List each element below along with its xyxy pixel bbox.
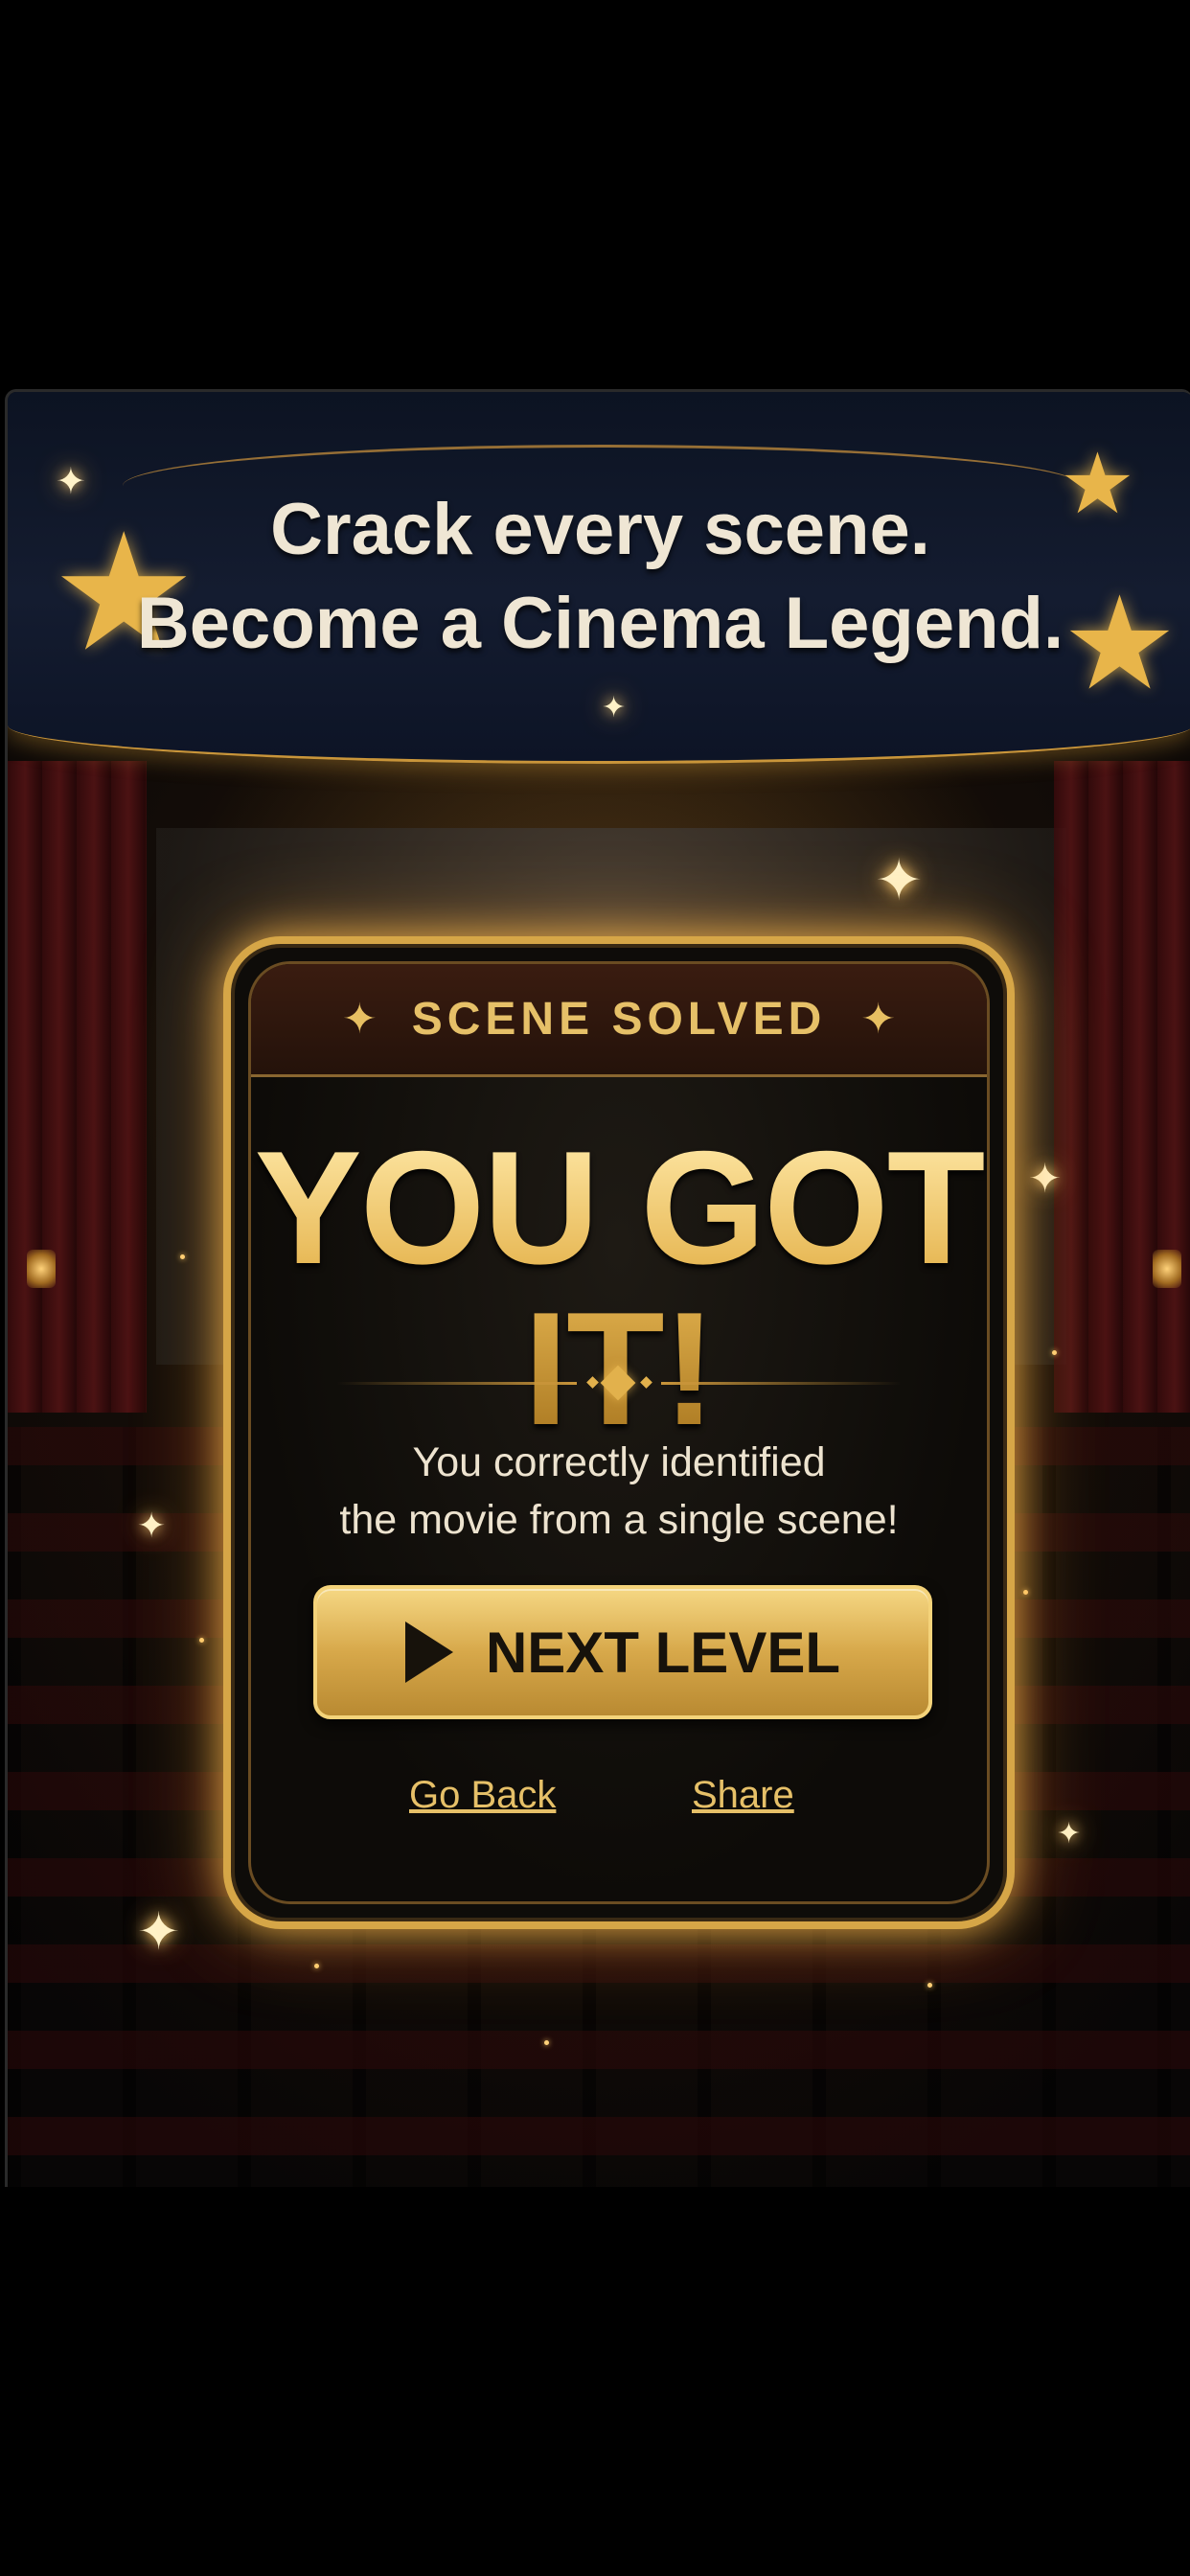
divider-line-left [337,1382,577,1385]
right-curtain [1054,761,1190,1413]
card-header: ✦ SCENE SOLVED ✦ [251,964,987,1077]
sparkle-icon: ✦ [1028,1156,1063,1201]
divider-line-right [661,1382,901,1385]
next-level-label: NEXT LEVEL [485,1620,841,1685]
sparkle-icon: ✦ [137,1903,181,1961]
play-icon [404,1622,453,1683]
share-link[interactable]: Share [692,1774,794,1817]
success-message: You correctly identified the movie from … [251,1434,987,1549]
sparkle-icon: ✦ [137,1506,167,1545]
divider-diamond-icon [600,1365,636,1401]
sparkle-icon: ✦ [875,848,924,912]
left-curtain [8,761,147,1413]
go-back-link[interactable]: Go Back [409,1774,556,1817]
tagline-banner: ★ ★ ★ ✦ ✦ Crack every scene. Become a Ci… [8,392,1190,764]
glitter-dot [314,1964,319,1968]
glitter-dot [927,1983,932,1988]
sparkle-icon: ✦ [1057,1818,1082,1850]
tagline-line-2: Become a Cinema Legend. [136,583,1064,664]
result-card-inner: ✦ SCENE SOLVED ✦ YOU GOT IT! You correct… [248,961,990,1904]
message-line-1: You correctly identified [412,1439,826,1485]
wall-lamp-right [1153,1250,1181,1288]
wall-lamp-left [27,1250,56,1288]
message-line-2: the movie from a single scene! [339,1497,899,1543]
glitter-dot [1052,1350,1057,1355]
app-frame: ✦ ✦ ✦ ✦ ✦ ★ ★ ★ ✦ ✦ Crack every scene. B… [5,389,1190,2190]
divider-small-diamond [586,1376,599,1389]
banner-arc [123,445,1081,486]
sparkle-star-icon: ✦ [860,995,897,1043]
result-card: ✦ SCENE SOLVED ✦ YOU GOT IT! You correct… [223,936,1015,1929]
tagline-line-1: Crack every scene. [270,489,930,570]
sparkle-star-icon: ✦ [341,995,378,1043]
success-headline: YOU GOT IT! [251,1127,987,1449]
next-level-button[interactable]: NEXT LEVEL [313,1585,932,1719]
glitter-dot [199,1638,204,1643]
glitter-dot [544,2040,549,2045]
glitter-dot [180,1254,185,1259]
glitter-dot [1023,1590,1028,1595]
sparkle-icon: ✦ [602,692,627,724]
divider-small-diamond [640,1376,652,1389]
bottom-black-area [0,2187,1190,2576]
ornamental-divider [337,1365,901,1401]
secondary-actions: Go Back Share [251,1774,987,1831]
scene-solved-label: SCENE SOLVED [411,994,827,1045]
tagline: Crack every scene. Become a Cinema Legen… [8,483,1190,671]
